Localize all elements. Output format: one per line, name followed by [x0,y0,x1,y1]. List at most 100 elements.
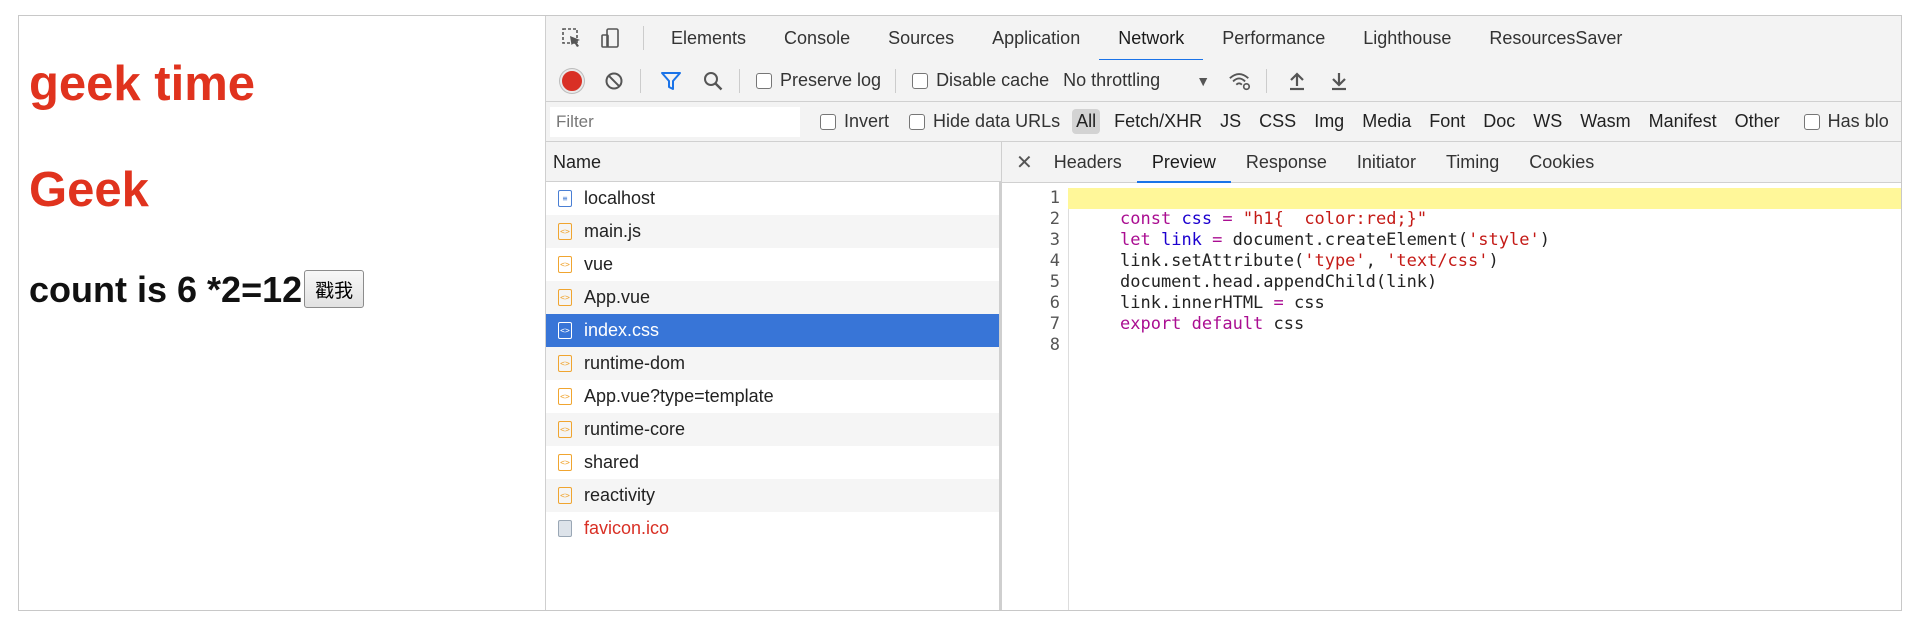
request-detail-tabs: ✕ Headers Preview Response Initiator Tim… [1002,142,1901,183]
throttling-select[interactable]: No throttling [1063,70,1160,91]
devtools-tabs: Elements Console Sources Application Net… [652,16,1641,61]
line-number: 8 [1049,335,1060,355]
tab-performance[interactable]: Performance [1203,16,1344,60]
record-button[interactable] [560,68,584,93]
request-row[interactable]: <> App.vue?type=template [546,380,999,413]
preserve-log-label: Preserve log [780,70,882,90]
tab-resourcessaver[interactable]: ResourcesSaver [1470,16,1641,60]
script-file-icon: <> [558,289,572,306]
code-line: document.head.appendChild(link) [1120,272,1438,292]
type-filter-manifest[interactable]: Manifest [1645,109,1721,134]
script-file-icon: <> [558,256,572,273]
detail-tab-headers[interactable]: Headers [1039,142,1137,182]
divider [643,26,644,50]
code-line: link.innerHTML = css [1120,293,1325,313]
device-toolbar-icon[interactable] [598,26,622,50]
network-toolbar: Preserve log Disable cache No throttling… [546,60,1901,102]
filter-bar: Invert Hide data URLs All Fetch/XHR JS C… [546,102,1901,142]
filter-icon[interactable] [659,69,683,93]
hide-data-urls-label: Hide data URLs [933,111,1061,131]
import-har-icon[interactable] [1285,69,1309,93]
invert-label: Invert [844,111,890,131]
request-row-selected[interactable]: <> index.css [546,314,999,347]
click-me-button[interactable]: 戳我 [304,270,365,308]
request-row[interactable]: <> vue [546,248,999,281]
request-row[interactable]: <> App.vue [546,281,999,314]
script-file-icon: <> [558,322,572,339]
count-text: count is 6 *2=12 [29,269,303,310]
request-row[interactable]: ≡ localhost [546,182,999,215]
rendered-page: geek time Geek count is 6 *2=12 戳我 [19,16,546,610]
type-filter-all[interactable]: All [1072,109,1101,134]
tab-network[interactable]: Network [1099,16,1204,61]
page-title: geek time [29,57,256,111]
divider [895,68,897,93]
invert-checkbox[interactable] [820,113,836,130]
script-file-icon: <> [558,355,572,372]
request-row[interactable]: <> shared [546,446,999,479]
divider [739,68,740,93]
tab-console[interactable]: Console [765,16,869,60]
search-icon[interactable] [701,69,725,93]
network-conditions-icon[interactable] [1228,69,1252,93]
type-filter-fetch-xhr[interactable]: Fetch/XHR [1110,109,1206,134]
tab-elements[interactable]: Elements [652,16,765,60]
divider [640,68,641,93]
name-column-header[interactable]: Name [546,142,1002,182]
inspect-element-icon[interactable] [560,26,584,50]
script-file-icon: <> [558,454,572,471]
devtools-panel: Elements Console Sources Application Net… [546,16,1901,610]
code-line: let link = document.createElement('style… [1120,230,1550,250]
detail-tab-timing[interactable]: Timing [1431,142,1514,182]
script-file-icon: <> [558,487,572,504]
chevron-down-icon[interactable]: ▼ [1196,73,1210,89]
request-row-error[interactable]: favicon.ico [546,512,999,545]
tab-sources[interactable]: Sources [869,16,973,60]
divider [1266,68,1268,93]
line-number-gutter: 1 2 3 4 5 6 7 8 [1002,188,1069,610]
code-preview[interactable]: 1 2 3 4 5 6 7 8 const css = "h1{ color:r… [1002,188,1901,610]
type-filter-css[interactable]: CSS [1255,109,1300,134]
document-icon: ≡ [558,190,572,207]
browser-frame: geek time Geek count is 6 *2=12 戳我 Eleme… [18,15,1902,611]
request-row[interactable]: <> main.js [546,215,999,248]
detail-tab-cookies[interactable]: Cookies [1514,142,1609,182]
image-file-icon [558,520,572,537]
request-row[interactable]: <> runtime-dom [546,347,999,380]
line-number: 1 [1049,188,1060,208]
type-filter-ws[interactable]: WS [1529,109,1566,134]
type-filter-js[interactable]: JS [1216,109,1245,134]
line-number: 6 [1049,293,1060,313]
filter-input[interactable] [550,106,800,137]
export-har-icon[interactable] [1327,69,1351,93]
request-row[interactable]: <> runtime-core [546,413,999,446]
devtools-tabbar: Elements Console Sources Application Net… [546,16,1901,61]
code-line: const css = "h1{ color:red;}" [1120,209,1428,229]
clear-icon[interactable] [602,69,626,93]
type-filter-other[interactable]: Other [1731,109,1784,134]
page-subtitle: Geek [29,163,149,217]
line-number: 7 [1049,314,1060,334]
disable-cache-checkbox[interactable] [912,72,929,89]
type-filter-img[interactable]: Img [1310,109,1348,134]
close-icon[interactable]: ✕ [1016,150,1033,175]
preserve-log-checkbox[interactable] [756,72,772,89]
has-blocked-label: Has blo [1827,111,1889,131]
hide-data-urls-checkbox[interactable] [909,113,926,130]
script-file-icon: <> [558,223,572,240]
request-row[interactable]: <> reactivity [546,479,999,512]
type-filter-doc[interactable]: Doc [1479,109,1519,134]
type-filter-wasm[interactable]: Wasm [1576,109,1634,134]
tab-application[interactable]: Application [973,16,1099,60]
type-filter-font[interactable]: Font [1425,109,1469,134]
code-line [1068,188,1901,209]
type-filter-media[interactable]: Media [1358,109,1415,134]
count-line: count is 6 *2=12 戳我 [29,269,365,310]
tab-lighthouse[interactable]: Lighthouse [1344,16,1470,60]
has-blocked-checkbox[interactable] [1803,113,1820,130]
detail-tab-preview[interactable]: Preview [1136,142,1231,183]
detail-tab-response[interactable]: Response [1231,142,1342,182]
detail-tab-initiator[interactable]: Initiator [1342,142,1431,182]
code-line: export default css [1120,314,1305,334]
